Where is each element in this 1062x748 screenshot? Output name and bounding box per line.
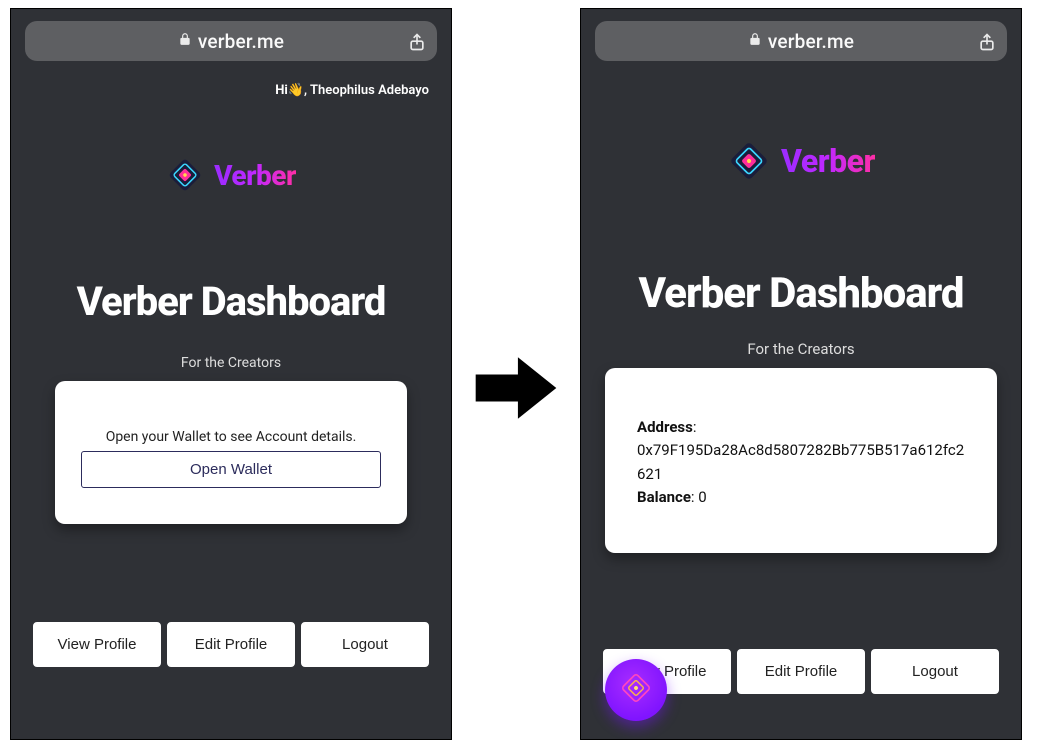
wallet-card-open: Address: 0x79F195Da28Ac8d5807282Bb775B51… (605, 368, 997, 553)
edit-profile-button[interactable]: Edit Profile (737, 649, 865, 694)
share-icon[interactable] (977, 32, 995, 50)
open-wallet-button[interactable]: Open Wallet (81, 451, 381, 488)
greeting-text: Hi👋, Theophilus Adebayo (11, 61, 451, 98)
wallet-prompt-text: Open your Wallet to see Account details. (81, 429, 381, 445)
verber-logo-icon (166, 156, 204, 194)
share-icon[interactable] (407, 32, 425, 50)
logout-button[interactable]: Logout (871, 649, 999, 694)
wave-icon: 👋 (288, 83, 304, 98)
page-title: Verber Dashboard (11, 278, 451, 325)
wallet-address-value: 0x79F195Da28Ac8d5807282Bb775B517a612fc26… (637, 439, 965, 486)
view-profile-button[interactable]: View Profile (33, 622, 161, 667)
lock-icon (178, 32, 192, 50)
browser-url-bar[interactable]: verber.me (595, 21, 1007, 61)
page-subtitle: For the Creators (581, 340, 1021, 358)
lock-icon (748, 32, 762, 50)
wallet-balance-label: Balance (637, 488, 691, 506)
verber-logo-icon (618, 670, 654, 710)
browser-url-text: verber.me (198, 30, 284, 53)
floating-action-button[interactable] (605, 659, 667, 721)
wallet-balance-value: 0 (698, 488, 706, 506)
browser-url-bar[interactable]: verber.me (25, 21, 437, 61)
logout-button[interactable]: Logout (301, 622, 429, 667)
wallet-address-label: Address (637, 418, 693, 436)
page-title: Verber Dashboard (581, 269, 1021, 318)
wallet-address-row: Address: (637, 416, 965, 439)
phone-screen-wallet-closed: verber.me Hi👋, Theophilus Adebayo Verber… (10, 8, 452, 740)
page-subtitle: For the Creators (11, 355, 451, 371)
phone-screen-wallet-open: verber.me Verber Verber Dashboard For th… (580, 8, 1022, 740)
edit-profile-button[interactable]: Edit Profile (167, 622, 295, 667)
brand-name: Verber (214, 159, 296, 192)
wallet-card-closed: Open your Wallet to see Account details.… (55, 381, 407, 524)
browser-url-text: verber.me (768, 30, 854, 53)
verber-logo-icon (727, 139, 771, 183)
arrow-right-icon (468, 340, 564, 436)
brand-logo-row: Verber (11, 156, 451, 194)
brand-logo-row: Verber (581, 139, 1021, 183)
brand-name: Verber (781, 142, 875, 180)
action-button-row: View Profile Edit Profile Logout (33, 622, 429, 667)
wallet-balance-row: Balance: 0 (637, 486, 965, 509)
